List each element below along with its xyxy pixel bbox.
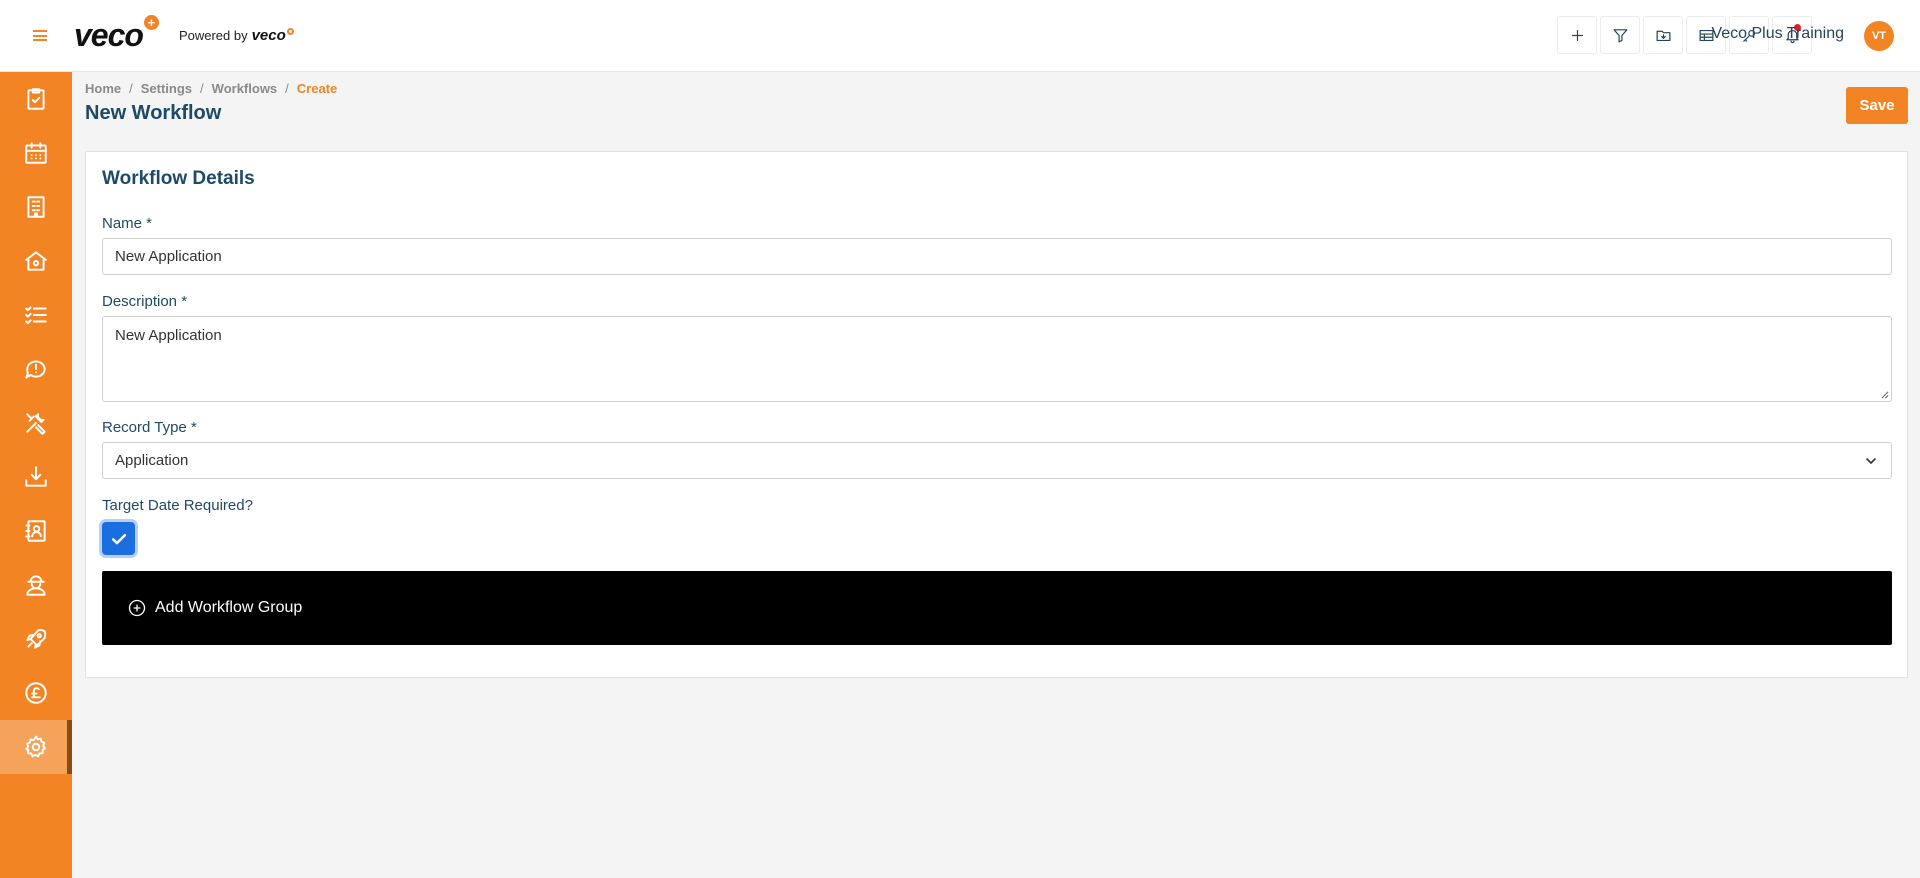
folder-download-button[interactable] [1643,16,1683,54]
sidebar-item-issues[interactable] [0,342,72,396]
target-date-label: Target Date Required? [102,497,253,514]
user-name[interactable]: Veco Plus Training [1711,25,1844,43]
check-icon [111,533,126,544]
breadcrumb-separator: / [285,81,289,96]
tools-icon [26,413,46,435]
sidebar-item-contacts[interactable] [0,504,72,558]
section-title: Workflow Details [102,168,255,189]
building-icon [27,196,45,218]
add-workflow-group-button[interactable]: Add Workflow Group [102,571,1892,645]
record-type-value: Application [115,452,189,469]
chevron-down-icon [1866,458,1876,464]
breadcrumb: Home / Settings / Workflows / Create [85,81,337,96]
workflow-details-card: Workflow Details Name * New Application … [85,151,1908,678]
add-workflow-group-label: Add Workflow Group [155,599,303,616]
worker-icon [26,575,46,596]
plus-icon [1571,29,1583,41]
breadcrumb-separator: / [129,81,133,96]
record-type-label: Record Type * [102,419,197,436]
description-value: New Application [115,327,222,344]
breadcrumb-home[interactable]: Home [85,81,121,96]
sidebar-item-settings[interactable] [0,720,72,774]
sidebar-item-downloads[interactable] [0,450,72,504]
filter-icon [1613,28,1627,42]
resize-grip-icon[interactable] [1880,390,1889,399]
clipboard-check-icon [27,88,45,110]
sidebar-item-maintenance[interactable] [0,396,72,450]
sidebar-item-contractors[interactable] [0,558,72,612]
breadcrumb-separator: / [200,81,204,96]
logo-plus-icon: + [143,15,159,30]
menu-toggle-icon[interactable] [20,16,60,56]
alert-chat-icon [25,360,46,379]
description-label: Description * [102,293,188,310]
page-title: New Workflow [85,102,222,124]
sidebar-item-finance[interactable] [0,666,72,720]
calendar-icon [25,142,47,164]
sidebar-item-launch[interactable] [0,612,72,666]
name-label: Name * [102,215,153,232]
sidebar-item-calendar[interactable] [0,126,72,180]
powered-by-label: Powered by [178,28,248,43]
powered-by-brand: veco [251,27,286,44]
sidebar [0,72,72,878]
avatar[interactable]: VT [1864,21,1894,51]
veco-logo[interactable]: veco + [74,15,159,54]
save-button[interactable]: Save [1846,87,1908,124]
breadcrumb-settings[interactable]: Settings [141,81,192,96]
folder-download-icon [1656,30,1670,41]
pound-coin-icon [25,682,47,704]
add-button[interactable] [1557,16,1597,54]
record-type-select[interactable]: Application [102,442,1892,479]
contacts-book-icon [25,520,46,542]
target-date-checkbox[interactable] [102,522,135,555]
logo-text: veco [74,17,144,53]
powered-by: Powered by veco [179,27,294,44]
checklist-icon [25,306,47,325]
download-tray-icon [25,466,47,487]
description-field[interactable]: New Application [102,316,1892,402]
breadcrumb-current: Create [296,81,338,96]
sidebar-item-checklists[interactable] [0,288,72,342]
plus-circle-icon [128,599,146,617]
powered-by-plus-icon [286,28,294,35]
filter-button[interactable] [1600,16,1640,54]
sidebar-item-properties[interactable] [0,234,72,288]
name-value: New Application [115,248,222,265]
gear-icon [25,735,46,758]
sidebar-item-tasks[interactable] [0,72,72,126]
rocket-icon [26,629,47,649]
sidebar-item-buildings[interactable] [0,180,72,234]
breadcrumb-workflows[interactable]: Workflows [212,81,278,96]
name-field[interactable]: New Application [102,238,1892,275]
home-icon [25,251,47,271]
